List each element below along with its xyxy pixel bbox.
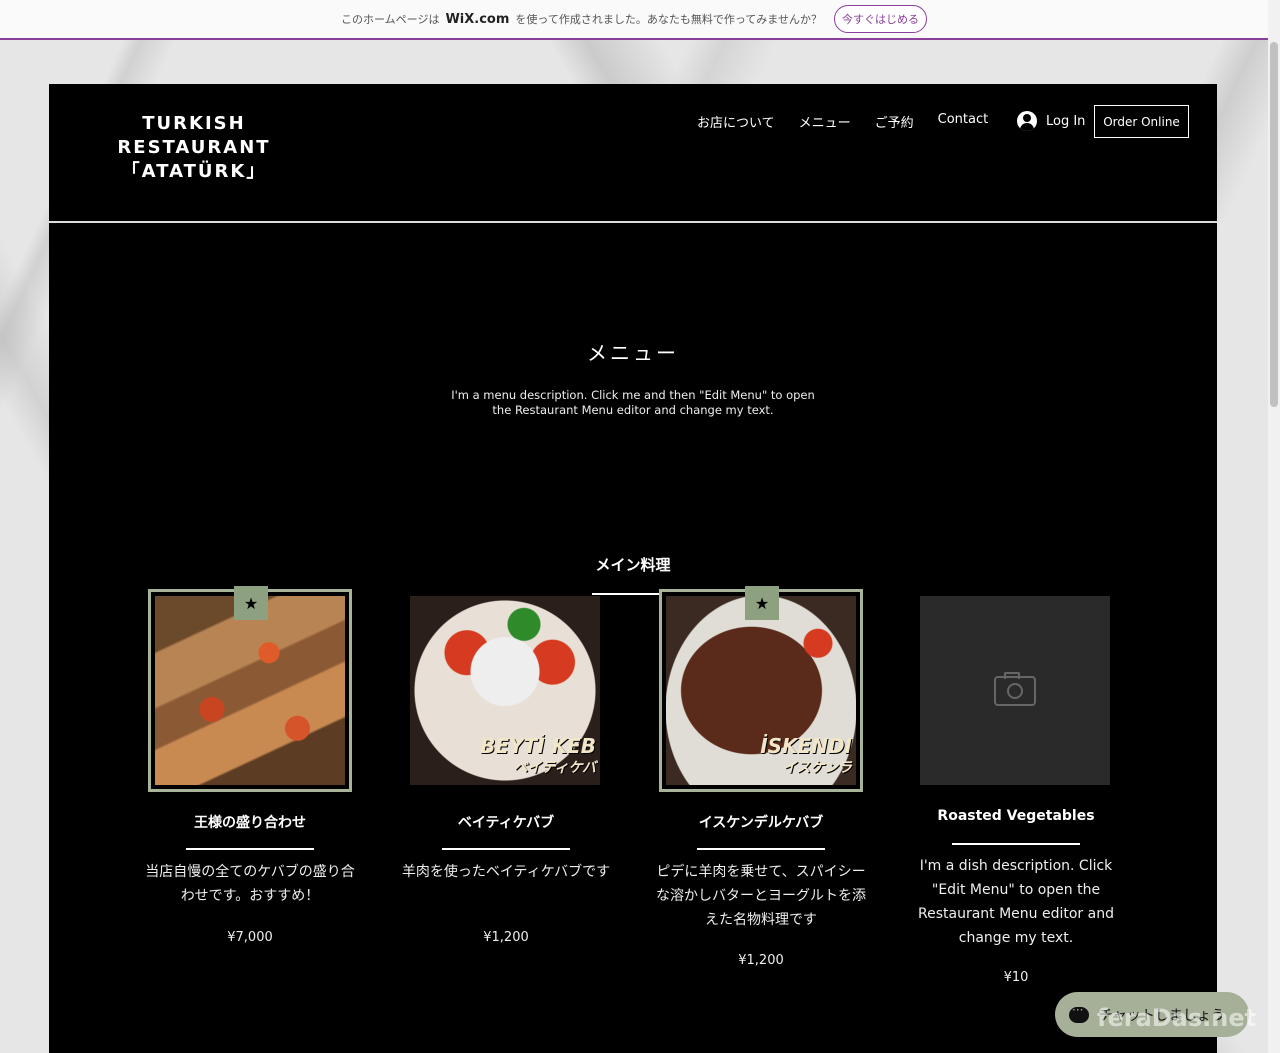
watermark: feraDas.net [1097,1004,1257,1032]
nav-item-about[interactable]: お店について [697,112,775,131]
login-button[interactable]: Log In [1017,111,1085,131]
dish-name: Roasted Vegetables [937,808,1095,824]
dish-description: I'm a dish description. Click "Edit Menu… [918,858,1114,946]
camera-icon [994,671,1036,706]
photo-label-en: BEYTİ KEB [480,734,596,758]
nav-item-reservation[interactable]: ご予約 [875,112,914,131]
chat-bubble-icon [1069,1003,1089,1023]
dish-price: ¥1,200 [483,930,529,945]
dish-photo: İSKENDI イスケンラ [666,596,856,785]
star-icon: ★ [243,593,259,613]
dish-description: ピデに羊肉を乗せて、スパイシーな溶かしバターとヨーグルトを添えた名物料理です [656,864,866,928]
dish-photo: BEYTİ KEB ベイティケバ [410,596,600,785]
dish-divider [952,843,1080,845]
dish-photo [155,596,345,785]
dish-divider [186,848,314,850]
menu-title: メニュー [587,341,679,365]
menu-description: I'm a menu description. Click me and the… [451,388,815,417]
photo-label: İSKENDI イスケンラ [760,735,852,779]
dish-description: 当店自慢の全てのケバブの盛り合わせです。おすすめ！ [145,864,355,904]
wix-start-button[interactable]: 今すぐはじめる [833,5,927,33]
dish-description: 羊肉を使ったベイティケバブです [401,864,611,880]
photo-label: BEYTİ KEB ベイティケバ [480,735,596,779]
user-avatar-icon [1017,111,1037,131]
wix-banner-text-2: を使って作成されました。あなたも無料で作ってみませんか？ [515,13,822,26]
dish-divider [697,848,825,850]
site-logo[interactable]: TURKISH RESTAURANT 「ATATÜRK」 [109,112,279,184]
order-online-button[interactable]: Order Online [1094,105,1189,138]
wix-logo[interactable]: WiX.com [445,12,509,27]
logo-line-1: TURKISH [142,113,246,134]
star-icon: ★ [754,593,770,613]
dish-photo-placeholder [920,596,1110,785]
dish-price: ¥7,000 [227,930,273,945]
wix-banner-text: このホームページは [341,13,440,26]
scrollbar-thumb[interactable] [1270,42,1278,407]
photo-label-jp: ベイティケバ [513,760,596,776]
featured-ribbon: ★ [745,586,779,620]
photo-label-jp: イスケンラ [782,760,852,776]
dish-price: ¥1,200 [738,953,784,968]
scrollbar[interactable] [1268,0,1280,1053]
featured-ribbon: ★ [234,586,268,620]
dish-name: イスケンデルケバブ [698,815,824,831]
page-content: TURKISH RESTAURANT 「ATATÜRK」 お店について メニュー… [49,84,1217,1053]
dish-name: 王様の盛り合わせ [194,815,306,831]
logo-line-3: 「ATATÜRK」 [121,161,267,182]
main-nav: お店について メニュー ご予約 Contact [697,112,1012,131]
dish-name: ベイティケバブ [457,815,555,831]
dish-image-frame [920,596,1110,785]
logo-line-2: RESTAURANT [117,137,271,158]
login-label: Log In [1046,113,1086,129]
nav-item-contact[interactable]: Contact [938,112,989,131]
dish-divider [442,848,570,850]
dish-image-frame: BEYTİ KEB ベイティケバ [410,596,600,785]
photo-label-en: İSKENDI [760,734,852,758]
wix-banner: このホームページは WiX.com を使って作成されました。あなたも無料で作って… [0,0,1268,40]
header-divider [49,221,1217,223]
nav-item-menu[interactable]: メニュー [799,112,851,131]
dish-price: ¥10 [1003,970,1029,985]
section-tab-main[interactable]: メイン料理 [589,554,677,575]
